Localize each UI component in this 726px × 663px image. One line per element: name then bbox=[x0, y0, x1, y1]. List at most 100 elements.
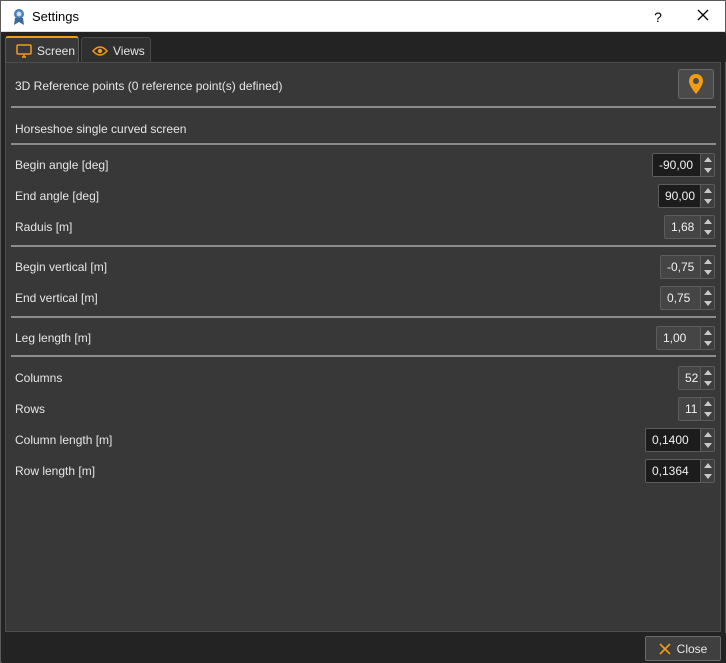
settings-window: Settings ? Screen Views 3D Reference poi… bbox=[0, 0, 726, 663]
leg-length-value[interactable]: 1,00 bbox=[656, 326, 701, 350]
end-angle-row: End angle [deg] 90,00 bbox=[15, 183, 715, 209]
spin-down-icon[interactable] bbox=[703, 230, 712, 235]
end-angle-spinbox[interactable]: 90,00 bbox=[658, 184, 715, 208]
columns-value[interactable]: 52 bbox=[678, 366, 701, 390]
close-x-icon bbox=[659, 642, 671, 655]
map-pin-icon bbox=[689, 74, 703, 94]
spin-arrows[interactable] bbox=[701, 215, 715, 239]
spin-up-icon[interactable] bbox=[703, 401, 712, 406]
spin-down-icon[interactable] bbox=[703, 474, 712, 479]
spin-up-icon[interactable] bbox=[703, 157, 712, 162]
spin-arrows[interactable] bbox=[701, 184, 715, 208]
spin-arrows[interactable] bbox=[701, 397, 715, 421]
eye-icon bbox=[92, 45, 108, 56]
spin-up-icon[interactable] bbox=[703, 219, 712, 224]
column-length-spinbox[interactable]: 0,1400 bbox=[645, 428, 715, 452]
end-vertical-value[interactable]: 0,75 bbox=[660, 286, 701, 310]
spin-down-icon[interactable] bbox=[703, 270, 712, 275]
title-bar: Settings ? bbox=[1, 1, 725, 32]
spin-down-icon[interactable] bbox=[703, 341, 712, 346]
dialog-footer: Close bbox=[2, 633, 726, 663]
spin-down-icon[interactable] bbox=[703, 412, 712, 417]
screen-type-row: Horseshoe single curved screen bbox=[15, 116, 715, 142]
rows-spinbox[interactable]: 11 bbox=[678, 397, 715, 421]
end-angle-label: End angle [deg] bbox=[15, 189, 100, 203]
begin-angle-label: Begin angle [deg] bbox=[15, 158, 109, 172]
columns-label: Columns bbox=[15, 371, 63, 385]
end-vertical-label: End vertical [m] bbox=[15, 291, 98, 305]
column-length-value[interactable]: 0,1400 bbox=[645, 428, 701, 452]
end-angle-value[interactable]: 90,00 bbox=[658, 184, 701, 208]
spin-up-icon[interactable] bbox=[703, 370, 712, 375]
begin-vertical-label: Begin vertical [m] bbox=[15, 260, 108, 274]
spin-down-icon[interactable] bbox=[703, 168, 712, 173]
tab-screen[interactable]: Screen bbox=[5, 36, 79, 63]
screen-type-label: Horseshoe single curved screen bbox=[15, 122, 187, 136]
radius-spinbox[interactable]: 1,68 bbox=[664, 215, 715, 239]
row-length-label: Row length [m] bbox=[15, 464, 96, 478]
separator bbox=[11, 245, 716, 247]
begin-vertical-row: Begin vertical [m] -0,75 bbox=[15, 254, 715, 280]
spin-down-icon[interactable] bbox=[703, 381, 712, 386]
rows-label: Rows bbox=[15, 402, 46, 416]
leg-length-label: Leg length [m] bbox=[15, 331, 92, 345]
separator bbox=[11, 106, 716, 108]
spin-arrows[interactable] bbox=[701, 366, 715, 390]
column-length-row: Column length [m] 0,1400 bbox=[15, 427, 715, 453]
columns-spinbox[interactable]: 52 bbox=[678, 366, 715, 390]
spin-arrows[interactable] bbox=[701, 286, 715, 310]
spin-up-icon[interactable] bbox=[703, 290, 712, 295]
spin-arrows[interactable] bbox=[701, 459, 715, 483]
spin-arrows[interactable] bbox=[701, 153, 715, 177]
tab-bar: Screen Views bbox=[2, 33, 726, 63]
end-vertical-spinbox[interactable]: 0,75 bbox=[660, 286, 715, 310]
row-length-spinbox[interactable]: 0,1364 bbox=[645, 459, 715, 483]
separator bbox=[11, 316, 716, 318]
window-title: Settings bbox=[32, 9, 79, 24]
begin-angle-spinbox[interactable]: -90,00 bbox=[652, 153, 715, 177]
spin-down-icon[interactable] bbox=[703, 199, 712, 204]
reference-points-button[interactable] bbox=[678, 69, 714, 99]
column-length-label: Column length [m] bbox=[15, 433, 113, 447]
begin-vertical-spinbox[interactable]: -0,75 bbox=[660, 255, 715, 279]
tab-views-label: Views bbox=[113, 43, 145, 58]
reference-points-row: 3D Reference points (0 reference point(s… bbox=[15, 73, 715, 99]
end-vertical-row: End vertical [m] 0,75 bbox=[15, 285, 715, 311]
app-icon bbox=[11, 8, 27, 26]
close-button-label: Close bbox=[676, 641, 708, 656]
radius-label: Raduis [m] bbox=[15, 220, 73, 234]
window-close-button[interactable] bbox=[689, 6, 717, 28]
spin-down-icon[interactable] bbox=[703, 301, 712, 306]
columns-row: Columns 52 bbox=[15, 365, 715, 391]
spin-up-icon[interactable] bbox=[703, 463, 712, 468]
radius-row: Raduis [m] 1,68 bbox=[15, 214, 715, 240]
spin-arrows[interactable] bbox=[701, 428, 715, 452]
begin-angle-row: Begin angle [deg] -90,00 bbox=[15, 152, 715, 178]
leg-length-spinbox[interactable]: 1,00 bbox=[656, 326, 715, 350]
close-icon bbox=[697, 9, 709, 21]
leg-length-row: Leg length [m] 1,00 bbox=[15, 325, 715, 351]
tab-views[interactable]: Views bbox=[81, 37, 151, 63]
spin-arrows[interactable] bbox=[701, 326, 715, 350]
tab-screen-label: Screen bbox=[37, 43, 76, 58]
begin-angle-value[interactable]: -90,00 bbox=[652, 153, 701, 177]
spin-up-icon[interactable] bbox=[703, 259, 712, 264]
spin-arrows[interactable] bbox=[701, 255, 715, 279]
row-length-value[interactable]: 0,1364 bbox=[645, 459, 701, 483]
help-button[interactable]: ? bbox=[646, 6, 670, 28]
spin-up-icon[interactable] bbox=[703, 330, 712, 335]
rows-row: Rows 11 bbox=[15, 396, 715, 422]
screen-settings-panel: 3D Reference points (0 reference point(s… bbox=[5, 62, 721, 632]
separator bbox=[11, 143, 716, 145]
spin-up-icon[interactable] bbox=[703, 188, 712, 193]
reference-points-label: 3D Reference points (0 reference point(s… bbox=[15, 79, 283, 93]
close-button[interactable]: Close bbox=[645, 636, 721, 661]
spin-up-icon[interactable] bbox=[703, 432, 712, 437]
monitor-icon bbox=[16, 43, 32, 58]
row-length-row: Row length [m] 0,1364 bbox=[15, 458, 715, 484]
rows-value[interactable]: 11 bbox=[678, 397, 701, 421]
separator bbox=[11, 355, 716, 357]
radius-value[interactable]: 1,68 bbox=[664, 215, 701, 239]
spin-down-icon[interactable] bbox=[703, 443, 712, 448]
begin-vertical-value[interactable]: -0,75 bbox=[660, 255, 701, 279]
